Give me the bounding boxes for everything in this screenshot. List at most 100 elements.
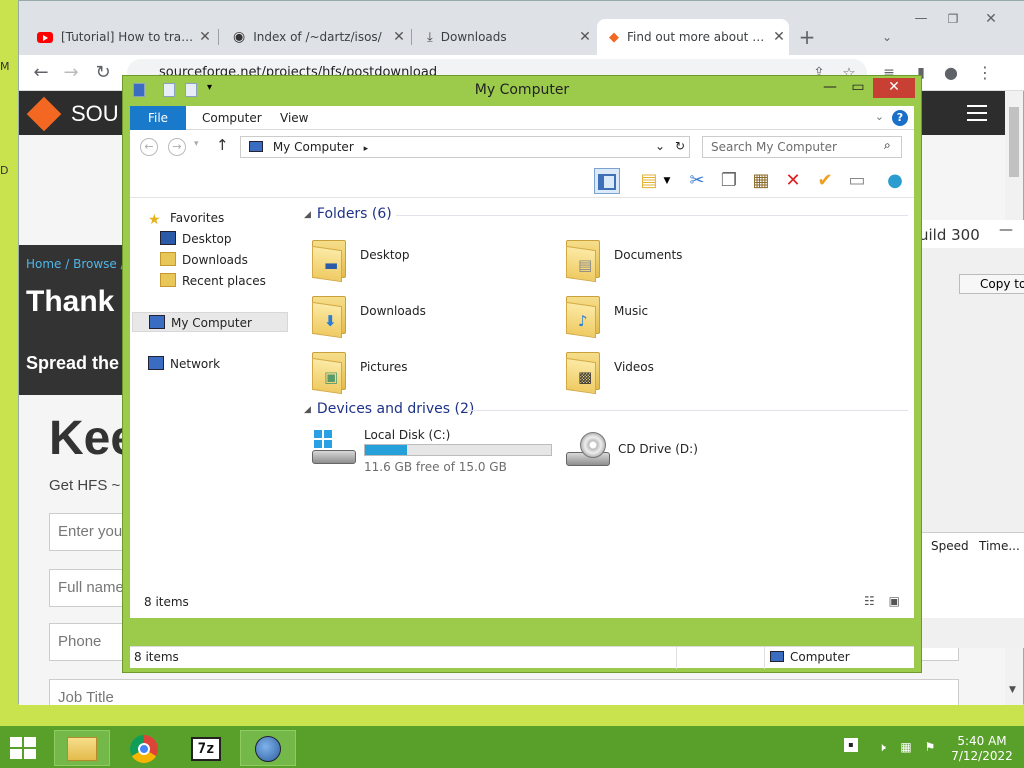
close-button[interactable]: ✕ — [873, 78, 915, 98]
system-clock[interactable]: 5:40 AM 7/12/2022 — [950, 734, 1014, 764]
globe-icon[interactable]: ● — [882, 168, 908, 194]
back-arrow-icon[interactable]: ← — [29, 61, 53, 85]
tab-downloads[interactable]: ⤓ Downloads ✕ — [415, 19, 595, 55]
preview-pane-icon[interactable] — [594, 168, 620, 194]
forward-arrow-icon[interactable]: → — [59, 61, 83, 85]
chevron-down-icon[interactable]: ▼ — [660, 168, 674, 194]
folder-pictures[interactable]: ▣ Pictures — [310, 344, 550, 396]
tab-file[interactable]: File — [130, 106, 186, 130]
close-button[interactable]: ✕ — [979, 7, 1003, 31]
close-icon[interactable]: ✕ — [195, 29, 215, 45]
reload-icon[interactable]: ↻ — [91, 61, 115, 85]
nav-downloads[interactable]: Downloads — [160, 250, 248, 270]
file-explorer-icon — [67, 737, 97, 761]
folder-label: Downloads — [360, 304, 426, 318]
tab-computer[interactable]: Computer — [190, 106, 274, 130]
speaker-muted-icon[interactable]: 🕨 — [874, 740, 890, 756]
minimize-button[interactable]: — — [909, 7, 933, 31]
nav-label: My Computer — [171, 316, 252, 330]
taskbar-file-explorer[interactable] — [54, 730, 110, 766]
recent-locations-icon[interactable]: ▾ — [194, 139, 199, 149]
taskbar-hfs[interactable] — [240, 730, 296, 766]
forward-arrow-icon[interactable]: → — [168, 138, 186, 156]
back-arrow-icon[interactable]: ← — [140, 138, 158, 156]
breadcrumb-chevron-icon[interactable]: ▸ — [364, 144, 369, 154]
maximize-button[interactable]: ❐ — [941, 7, 965, 31]
nav-recent-places[interactable]: Recent places — [160, 271, 266, 291]
tab-tutorial[interactable]: [Tutorial] How to transfe ✕ — [25, 19, 215, 55]
chevron-down-icon[interactable]: ⌄ — [655, 139, 665, 153]
search-icon[interactable]: ⌕ — [884, 138, 891, 153]
tab-index-dartz[interactable]: ◉ Index of /~dartz/isos/ ✕ — [221, 19, 409, 55]
folder-desktop[interactable]: ▬ Desktop — [310, 232, 550, 284]
menu-kebab-icon[interactable]: ⋮ — [973, 61, 997, 85]
computer-icon — [149, 315, 165, 329]
refresh-icon[interactable]: ↻ — [675, 139, 685, 153]
nav-favorites[interactable]: ★ Favorites — [148, 208, 224, 228]
minimize-button[interactable]: — — [817, 78, 843, 98]
drive-label: Local Disk (C:) — [364, 428, 451, 442]
column-header-speed[interactable]: Speed — [931, 539, 969, 553]
drive-local-disk-c[interactable]: Local Disk (C:) 11.6 GB free of 15.0 GB — [310, 424, 558, 480]
job-title-field[interactable]: Job Title — [49, 679, 959, 705]
folder-music[interactable]: ♪ Music — [564, 288, 804, 340]
start-button[interactable] — [10, 737, 38, 759]
delete-icon[interactable]: ✕ — [780, 168, 806, 194]
folder-icon: ▣ — [310, 346, 348, 395]
close-icon[interactable]: ✕ — [769, 29, 789, 45]
copy-icon[interactable]: ❐ — [716, 168, 742, 194]
scrollbar-thumb[interactable] — [1009, 107, 1019, 177]
network-icon[interactable]: ▦ — [898, 740, 914, 756]
maximize-button[interactable]: ▭ — [845, 78, 871, 98]
windows-logo-icon — [10, 737, 22, 747]
network-icon — [148, 356, 164, 370]
cut-icon[interactable]: ✂ — [684, 168, 710, 194]
collapse-triangle-icon[interactable]: ◢ — [304, 405, 311, 415]
breadcrumb[interactable]: Home / Browse / C — [26, 257, 137, 271]
chevron-down-icon[interactable]: ⌄ — [875, 25, 899, 49]
computer-icon — [249, 141, 263, 152]
nav-label: Recent places — [182, 274, 266, 288]
folder-videos[interactable]: ▩ Videos — [564, 344, 804, 396]
rename-icon[interactable]: ▭ — [844, 168, 870, 194]
sourceforge-logo-icon[interactable] — [26, 96, 62, 132]
folder-documents[interactable]: ▤ Documents — [564, 232, 804, 284]
drives-group-header[interactable]: ◢ Devices and drives (2) — [304, 401, 474, 417]
close-icon[interactable]: ✕ — [575, 29, 595, 45]
tab-view[interactable]: View — [268, 106, 320, 130]
sourceforge-logo-text[interactable]: SOU — [71, 101, 119, 127]
nav-desktop[interactable]: Desktop — [160, 229, 232, 249]
chevron-down-icon[interactable]: ⌄ — [875, 110, 884, 123]
scroll-down-icon[interactable]: ▼ — [1009, 685, 1016, 695]
folder-label: Documents — [614, 248, 683, 262]
checkmark-icon[interactable]: ✔ — [812, 168, 838, 194]
drive-cd-d[interactable]: CD Drive (D:) — [564, 424, 764, 480]
paste-icon[interactable]: ▦ — [748, 168, 774, 194]
taskbar-7zip[interactable]: 7z — [178, 730, 234, 766]
folder-downloads[interactable]: ⬇ Downloads — [310, 288, 550, 340]
search-input[interactable]: Search My Computer — [702, 136, 902, 158]
collapse-triangle-icon[interactable]: ◢ — [304, 210, 311, 220]
folder-options-icon[interactable]: ▤ — [636, 168, 662, 194]
column-header-time[interactable]: Time... — [979, 539, 1020, 553]
hfs-tray-icon[interactable]: ▪ — [844, 738, 858, 752]
new-tab-button[interactable]: + — [795, 25, 819, 49]
action-center-icon[interactable]: ⚑ — [922, 740, 938, 756]
close-icon[interactable]: ✕ — [389, 29, 409, 45]
folders-group-header[interactable]: ◢ Folders (6) — [304, 206, 392, 222]
tab-hfs-active[interactable]: ◆ Find out more about HFS ✕ — [597, 19, 789, 55]
copy-to-clipboard-button[interactable]: Copy to — [959, 274, 1024, 294]
help-icon[interactable]: ? — [892, 110, 908, 126]
up-arrow-icon[interactable]: ↑ — [216, 136, 229, 154]
navigation-pane: ★ Favorites Desktop Downloads Recent plac… — [130, 198, 290, 618]
hfs-title-text: uild 300 — [919, 226, 980, 244]
taskbar-chrome[interactable] — [116, 730, 172, 766]
hamburger-menu-icon[interactable] — [967, 105, 987, 121]
minimize-button[interactable]: — — [999, 222, 1013, 238]
address-bar[interactable]: My Computer ▸ ⌄ ↻ — [240, 136, 690, 158]
nav-my-computer[interactable]: My Computer — [132, 312, 288, 332]
large-icons-view-icon[interactable]: ▣ — [889, 594, 900, 608]
profile-icon[interactable]: ● — [939, 61, 963, 85]
nav-network[interactable]: Network — [148, 354, 220, 374]
details-view-icon[interactable]: ☷ — [864, 594, 875, 608]
